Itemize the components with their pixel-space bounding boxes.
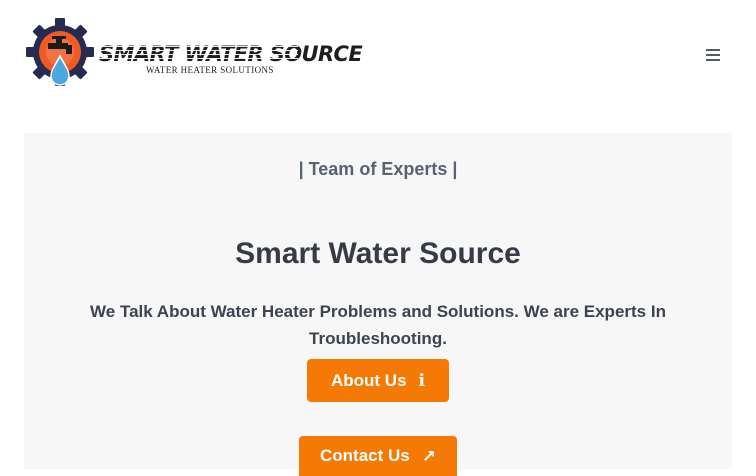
- hamburger-menu-icon[interactable]: [704, 47, 722, 63]
- info-icon: ℹ: [418, 371, 425, 390]
- about-us-button[interactable]: About Us ℹ: [307, 359, 449, 402]
- menu-bar-top: [706, 49, 720, 51]
- contact-us-button[interactable]: Contact Us ↗: [299, 436, 457, 476]
- site-logo[interactable]: SMART WATER SOURCE WATER HEATER SOLUTION…: [26, 18, 363, 92]
- logo-tagline: WATER HEATER SOLUTIONS: [146, 65, 274, 75]
- about-us-label: About Us: [330, 370, 407, 390]
- hero-title: Smart Water Source: [235, 237, 521, 270]
- hero-eyebrow: | Team of Experts |: [298, 159, 458, 179]
- menu-bar-middle: [706, 54, 720, 56]
- contact-us-label: Contact Us: [320, 446, 410, 465]
- menu-bar-bottom: [706, 59, 720, 61]
- hero-section: | Team of Experts | Smart Water Source W…: [24, 133, 732, 476]
- logo-brand-text: SMART WATER SOURCE: [99, 42, 363, 66]
- arrow-up-icon: ↗: [421, 446, 436, 466]
- site-header: SMART WATER SOURCE WATER HEATER SOLUTION…: [0, 0, 756, 110]
- gear-faucet-logo-icon: [26, 18, 94, 86]
- hero-subtitle: We Talk About Water Heater Problems and …: [90, 302, 666, 348]
